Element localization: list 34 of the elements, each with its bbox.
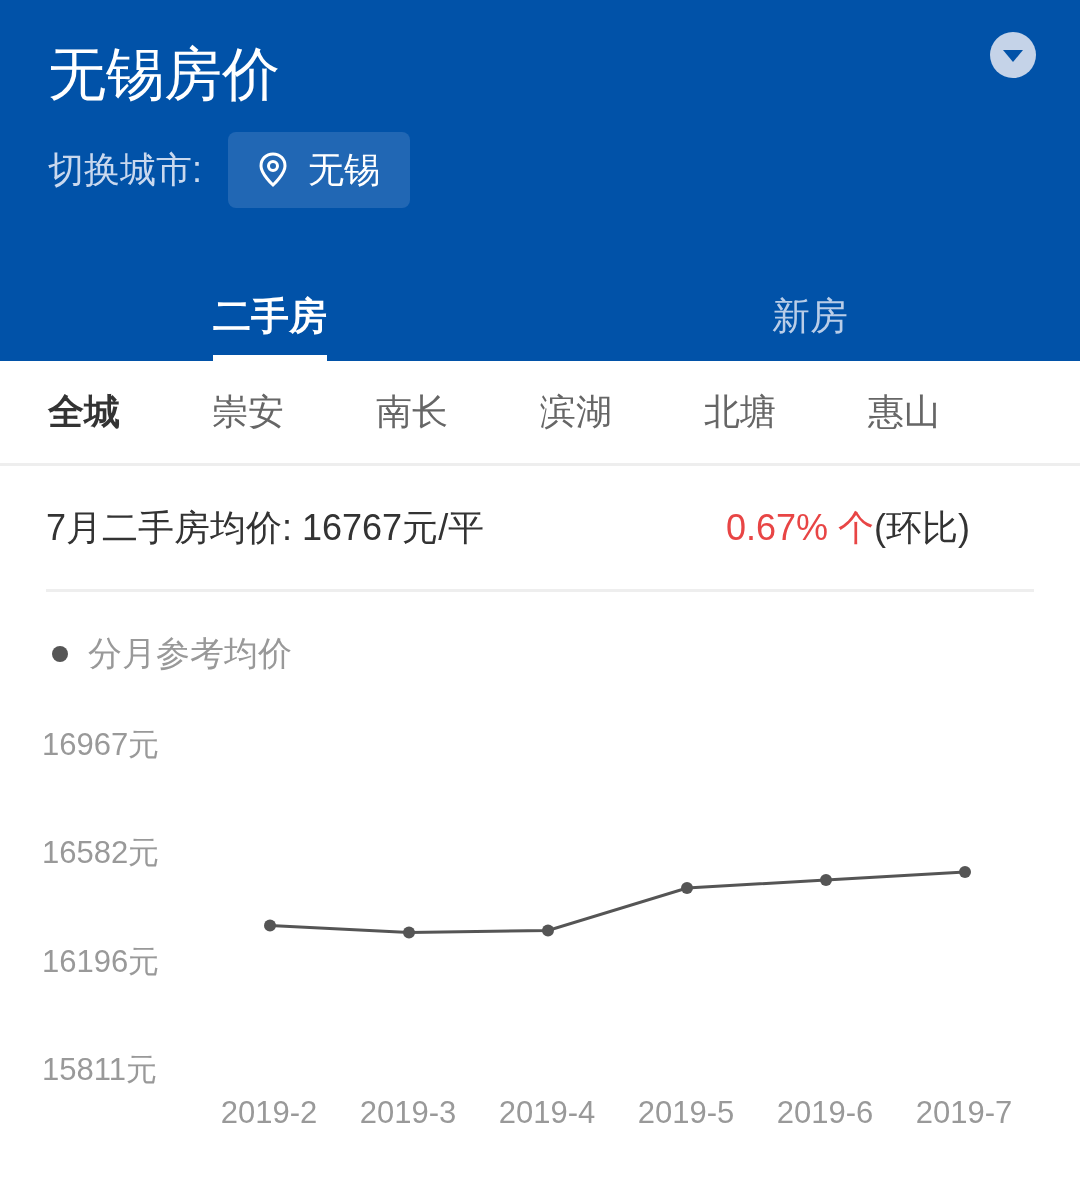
city-label: 切换城市: xyxy=(48,148,202,192)
tab[interactable]: 二手房 xyxy=(213,277,327,361)
dropdown-icon[interactable] xyxy=(990,32,1036,78)
district-tab[interactable]: 北塘 xyxy=(704,385,868,439)
legend-label: 分月参考均价 xyxy=(88,633,292,674)
data-point xyxy=(959,866,971,879)
page-title: 无锡房价 xyxy=(48,40,280,108)
city-button[interactable]: 无锡 xyxy=(228,132,410,208)
data-point xyxy=(403,926,415,939)
y-axis-label: 16196元 xyxy=(42,943,160,979)
data-point xyxy=(820,873,832,886)
district-tab[interactable]: 全城 xyxy=(48,385,212,439)
x-axis-label: 2019-4 xyxy=(498,1095,596,1130)
x-axis-label: 2019-3 xyxy=(359,1095,457,1130)
x-axis-label: 2019-7 xyxy=(915,1095,1013,1130)
location-pin-icon xyxy=(258,152,288,188)
x-axis-label: 2019-2 xyxy=(220,1095,318,1130)
x-axis-label: 2019-5 xyxy=(637,1095,735,1130)
y-axis-label: 16967元 xyxy=(42,727,160,762)
district-tab[interactable]: 滨湖 xyxy=(540,385,704,439)
x-axis-label: 2019-6 xyxy=(776,1095,874,1130)
change-note: (环比) xyxy=(874,505,970,550)
district-tab[interactable]: 惠山 xyxy=(868,385,1032,439)
data-point xyxy=(542,924,554,937)
data-point xyxy=(681,882,693,895)
data-point xyxy=(264,919,276,932)
change-percent: 0.67% 个 xyxy=(725,505,874,550)
average-price-text: 7月二手房均价: 16767元/平 xyxy=(46,505,485,550)
legend-dot-icon xyxy=(52,645,68,662)
district-tab[interactable]: 南长 xyxy=(376,385,540,439)
y-axis-label: 16582元 xyxy=(42,835,160,871)
district-tab[interactable]: 崇安 xyxy=(212,385,376,439)
y-axis-label: 15811元 xyxy=(42,1052,157,1087)
tab[interactable]: 新房 xyxy=(772,277,848,361)
